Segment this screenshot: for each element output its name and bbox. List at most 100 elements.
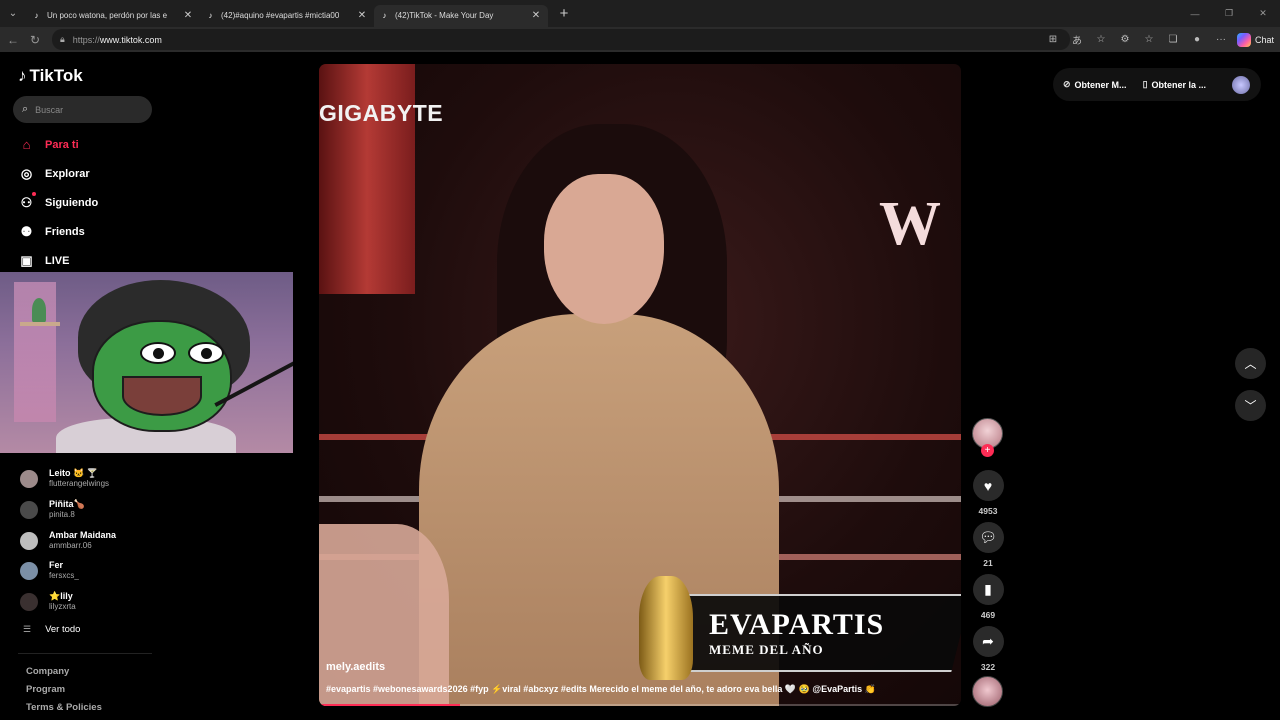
video-progress-bar[interactable] <box>319 704 961 706</box>
url-protocol: https:// <box>72 34 100 45</box>
compass-icon: ◎ <box>20 165 33 181</box>
logo-text: TikTok <box>29 66 83 85</box>
frog-avatar-eye <box>188 342 224 364</box>
share-action[interactable]: ➦ 322 <box>972 626 1004 672</box>
translate-icon[interactable]: あ <box>1065 30 1089 49</box>
following-account[interactable]: Leito 🐱 🍸 flutterangelwings <box>20 468 109 489</box>
following-account[interactable]: Piñita🍗 pinita.8 <box>20 499 85 520</box>
sidebar-item-live[interactable]: ▣ LIVE <box>18 252 69 269</box>
tiktok-logo[interactable]: ♪ TikTok <box>18 66 83 86</box>
video-caption[interactable]: #evapartis #webonesawards2026 #fyp ⚡vira… <box>326 684 954 695</box>
browser-tab-3[interactable]: ♪ (42)TikTok - Make Your Day ✕ <box>374 4 548 27</box>
browser-tab-1[interactable]: ♪ Un poco watona, perdón por las e ✕ <box>26 5 200 27</box>
reload-icon[interactable]: ↻ <box>24 33 46 47</box>
get-app-button[interactable]: ▯ Obtener la ... <box>1143 79 1206 90</box>
video-sign-text: GIGABYTE <box>319 100 444 126</box>
avatar <box>20 500 38 519</box>
search-input[interactable]: ⌕ Buscar <box>13 96 152 123</box>
share-icon[interactable]: ➦ <box>972 626 1004 657</box>
streamer-webcam-overlay <box>0 272 293 453</box>
favorite-star-icon[interactable]: ☆ <box>1089 30 1113 49</box>
back-icon[interactable]: ← <box>2 33 24 47</box>
coin-icon: ⊘ <box>1063 79 1071 89</box>
tiktok-note-icon: ♪ <box>18 66 27 85</box>
live-icon: ▣ <box>20 252 33 268</box>
comment-icon[interactable]: 💬︎ <box>972 522 1004 553</box>
sidebar-item-para-ti[interactable]: ⌂ Para ti <box>18 136 79 153</box>
app-install-icon[interactable]: ⊞ <box>1041 30 1065 49</box>
get-app-label: Obtener la ... <box>1151 79 1207 90</box>
address-bar[interactable]: 🔒︎ https:// www.tiktok.com <box>52 29 1070 50</box>
list-icon: ☰ <box>23 624 32 634</box>
music-disc-icon[interactable] <box>972 676 1003 707</box>
profile-avatar-icon[interactable]: ● <box>1185 30 1209 49</box>
get-coins-button[interactable]: ⊘ Obtener M... <box>1063 79 1127 90</box>
award-subtitle: MEME DEL AÑO <box>709 642 824 657</box>
close-tab-icon[interactable]: ✕ <box>356 10 368 21</box>
save-action[interactable]: ▮ 469 <box>972 574 1004 620</box>
close-window-icon[interactable]: ✕ <box>1246 0 1280 27</box>
following-account[interactable]: Ambar Maidana ammbarr.06 <box>20 530 116 551</box>
following-account[interactable]: ⭐lily lilyzxrta <box>20 591 76 612</box>
copilot-chat-button[interactable]: Chat <box>1236 32 1274 47</box>
following-account[interactable]: Fer fersxcs_ <box>20 560 79 581</box>
avatar <box>20 469 38 488</box>
video-background-letter: W <box>879 190 941 258</box>
avatar <box>20 561 38 580</box>
footer-link-company[interactable]: Company <box>26 666 69 677</box>
avatar <box>20 531 38 550</box>
trophy-icon <box>639 576 693 680</box>
video-author[interactable]: mely.aedits <box>326 661 385 673</box>
previous-video-chevron-up-icon[interactable]: ︿ <box>1235 348 1266 379</box>
notification-dot <box>32 192 36 196</box>
sidebar-item-friends[interactable]: ⚉ Friends <box>18 223 85 240</box>
video-red-wall <box>319 64 415 294</box>
chat-label: Chat <box>1254 34 1274 45</box>
favorites-icon[interactable]: ☆ <box>1137 30 1161 49</box>
lock-icon[interactable]: 🔒︎ <box>60 34 65 45</box>
comment-action[interactable]: 💬︎ 21 <box>972 522 1004 568</box>
new-tab-icon[interactable]: + <box>552 5 576 22</box>
tab-title: (42)#aquino #evapartis #mictia00 <box>221 11 340 20</box>
next-video-chevron-down-icon[interactable]: ﹀ <box>1235 390 1266 421</box>
footer-link-program[interactable]: Program <box>26 684 65 695</box>
browser-tab-2[interactable]: ♪ (42)#aquino #evapartis #mictia00 ✕ <box>200 5 374 27</box>
window-controls: — ❐ ✕ <box>1178 0 1280 27</box>
browser-toolbar: ← ↻ 🔒︎ https:// www.tiktok.com ⊞ あ ☆ ⚙ ☆… <box>0 27 1280 52</box>
tiktok-page: ♪ TikTok ⌕ Buscar ⌂ Para ti ◎ Explorar ⚇… <box>0 52 1280 720</box>
minimize-icon[interactable]: — <box>1178 0 1212 27</box>
more-options-icon[interactable]: ··· <box>1209 30 1233 49</box>
like-action[interactable]: ♥ 4953 <box>972 470 1004 516</box>
phone-icon: ▯ <box>1142 79 1148 89</box>
heart-icon[interactable]: ♥ <box>972 470 1004 501</box>
footer-link-terms[interactable]: Terms & Policies <box>26 702 102 713</box>
browser-tab-bar: ⌄ ♪ Un poco watona, perdón por las e ✕ ♪… <box>0 0 1280 27</box>
follow-plus-icon[interactable]: + <box>981 444 994 457</box>
sidebar-item-label: Friends <box>45 225 85 238</box>
account-name: Leito 🐱 🍸 <box>49 468 98 478</box>
like-count: 4953 <box>978 506 998 516</box>
sidebar-item-label: Explorar <box>45 167 90 180</box>
bookmark-icon[interactable]: ▮ <box>972 574 1004 605</box>
avatar <box>20 592 38 611</box>
tab-actions-chevron-icon[interactable]: ⌄ <box>0 0 26 27</box>
restore-icon[interactable]: ❐ <box>1212 0 1246 27</box>
account-handle: lilyzxrta <box>49 602 76 611</box>
extensions-icon[interactable]: ⚙ <box>1113 30 1137 49</box>
overlay-plant <box>32 298 46 322</box>
close-tab-icon[interactable]: ✕ <box>182 10 194 21</box>
collections-icon[interactable]: ❏ <box>1161 30 1185 49</box>
close-tab-icon[interactable]: ✕ <box>530 10 542 21</box>
user-avatar[interactable] <box>1232 76 1250 94</box>
share-count: 322 <box>980 662 996 672</box>
sidebar-divider <box>18 653 152 654</box>
sidebar-item-explorar[interactable]: ◎ Explorar <box>18 165 90 182</box>
account-handle: flutterangelwings <box>49 479 110 488</box>
account-name: ⭐lily <box>49 591 73 601</box>
see-all-button[interactable]: ☰ Ver todo <box>23 624 80 635</box>
video-player[interactable]: GIGABYTE W EVAPARTIS MEME DEL AÑO mely.a… <box>319 64 961 706</box>
video-progress-fill <box>319 704 461 706</box>
video-towel <box>319 524 449 706</box>
sidebar-item-siguiendo[interactable]: ⚇ Siguiendo <box>18 194 99 211</box>
frog-avatar-mouth <box>122 376 202 416</box>
